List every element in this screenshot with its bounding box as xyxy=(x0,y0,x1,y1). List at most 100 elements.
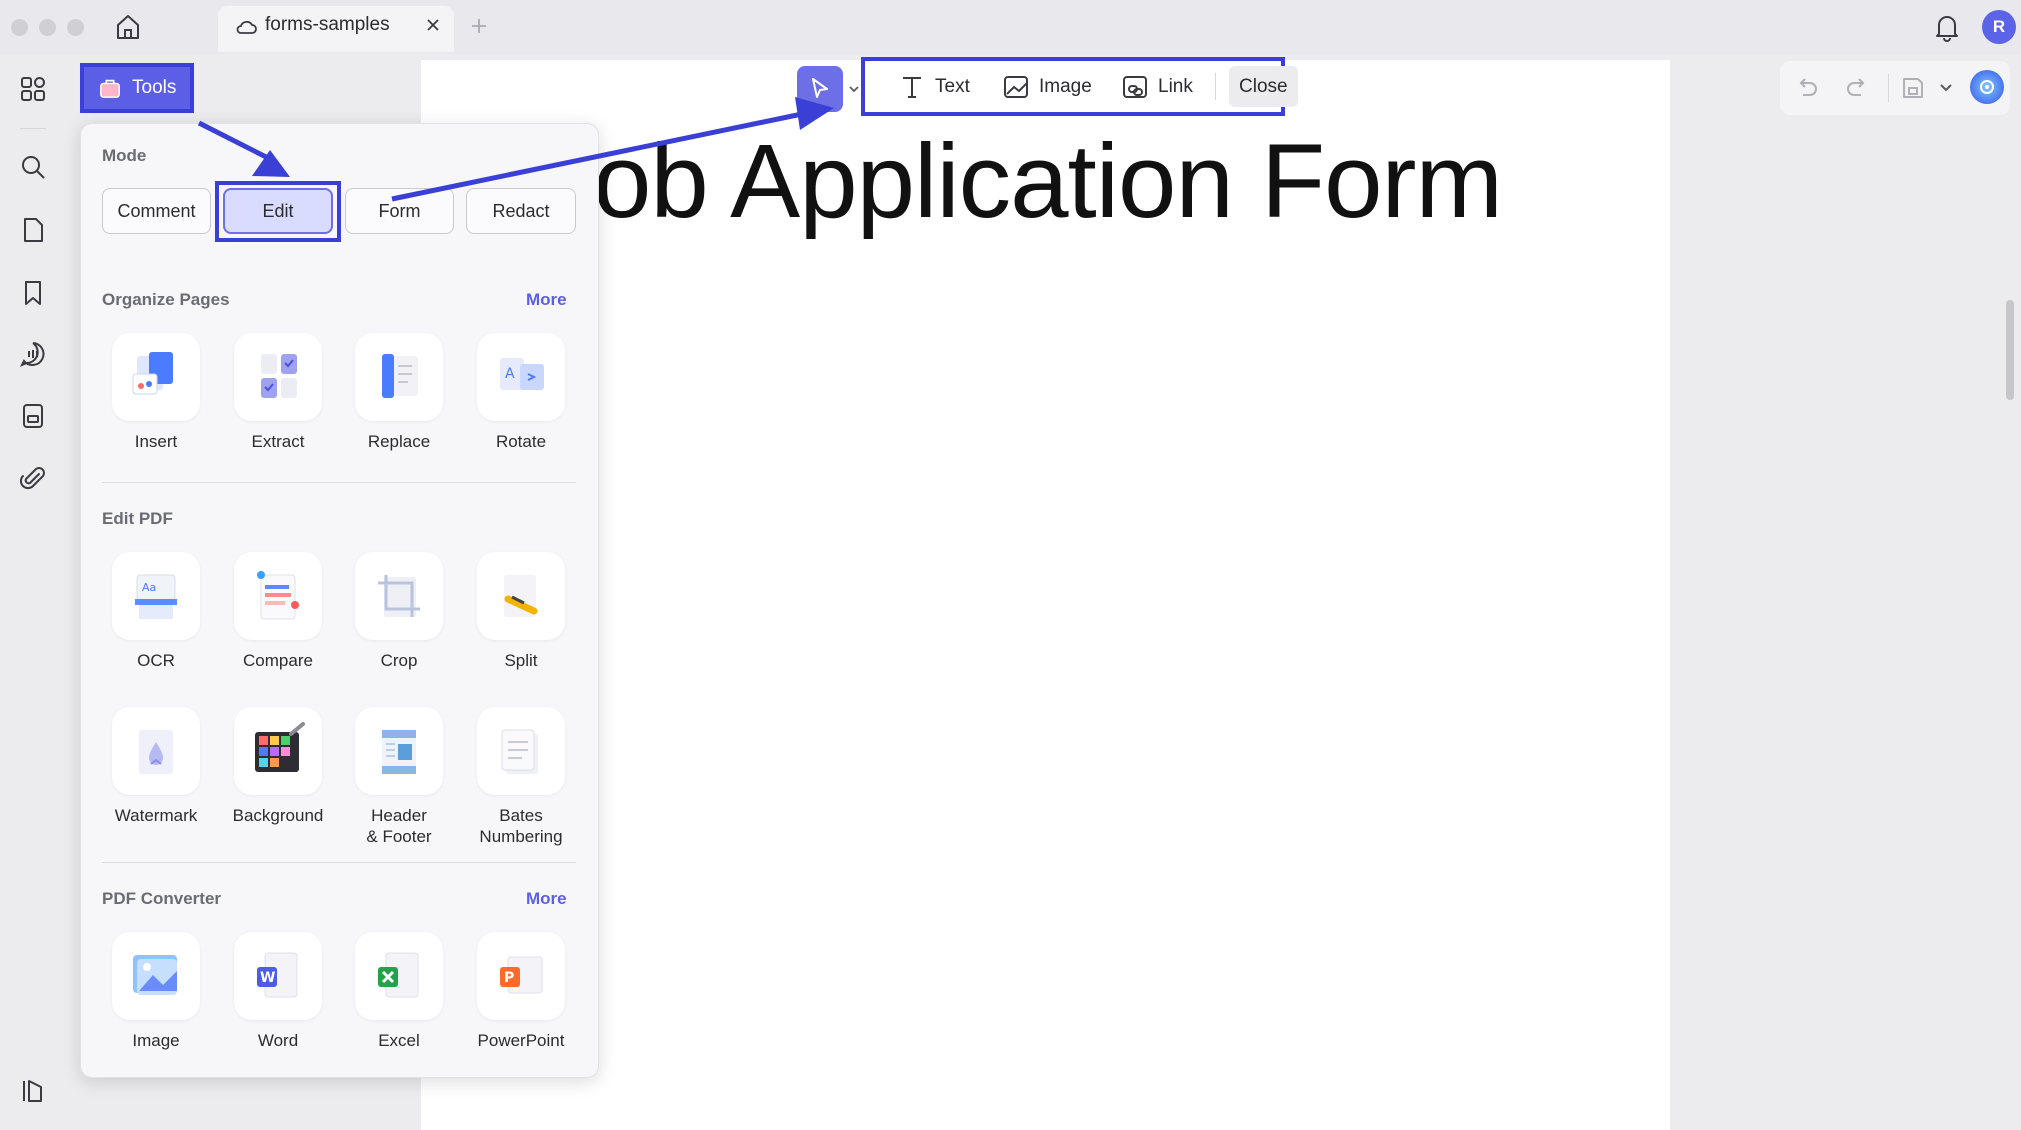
chevron-down-icon[interactable] xyxy=(1938,80,1954,96)
excel-icon xyxy=(355,932,443,1020)
watermark-tool[interactable]: Watermark xyxy=(96,707,216,826)
user-avatar[interactable]: R xyxy=(1982,10,2016,44)
window-minimize-button[interactable] xyxy=(39,19,56,36)
insert-icon xyxy=(112,333,200,421)
organize-pages-title: Organize Pages xyxy=(102,290,230,309)
ocr-icon: Aa xyxy=(112,552,200,640)
comments-icon[interactable] xyxy=(18,339,48,369)
organize-pages-more-link[interactable]: More xyxy=(526,290,567,310)
convert-image-label: Image xyxy=(132,1031,180,1050)
add-link-label: Link xyxy=(1158,75,1193,97)
edit-toolbar: Text Image Link Close xyxy=(861,57,1298,116)
document-title[interactable]: ob Application Form xyxy=(593,122,1503,242)
compare-label: Compare xyxy=(243,651,313,670)
pdf-converter-title: PDF Converter xyxy=(102,889,222,908)
edit-highlight-annotation xyxy=(215,181,341,242)
rotate-label: Rotate xyxy=(495,432,547,451)
bell-icon[interactable] xyxy=(1933,12,1961,42)
background-tool[interactable]: Background xyxy=(218,707,338,826)
svg-text:W: W xyxy=(260,970,275,986)
window-zoom-button[interactable] xyxy=(67,19,84,36)
undo-icon[interactable] xyxy=(1794,75,1820,101)
tab-title: forms-samples xyxy=(265,14,390,35)
add-image-label: Image xyxy=(1039,75,1092,97)
bates-numbering-icon xyxy=(477,707,565,795)
crop-tool[interactable]: Crop xyxy=(339,552,459,671)
pdf-converter-more-link[interactable]: More xyxy=(526,889,567,909)
crop-label: Crop xyxy=(380,651,418,670)
mode-form-button[interactable]: Form xyxy=(345,188,454,234)
window-close-button[interactable] xyxy=(11,19,28,36)
save-icon[interactable] xyxy=(1900,75,1926,101)
svg-text:A: A xyxy=(505,366,515,382)
compare-tool[interactable]: Compare xyxy=(218,552,338,671)
edit-pdf-title: Edit PDF xyxy=(102,509,173,528)
bates-numbering-tool[interactable]: Bates Numbering xyxy=(461,707,581,847)
extract-tool[interactable]: Extract xyxy=(218,333,338,452)
add-text-label: Text xyxy=(935,75,970,97)
header-footer-icon xyxy=(355,707,443,795)
crop-icon xyxy=(355,552,443,640)
background-icon xyxy=(234,707,322,795)
add-link-button[interactable]: Link xyxy=(1121,61,1193,112)
form-fields-icon[interactable] xyxy=(18,401,48,431)
replace-icon xyxy=(355,333,443,421)
powerpoint-icon: P xyxy=(477,932,565,1020)
rotate-tool[interactable]: A Rotate xyxy=(461,333,581,452)
mode-comment-button[interactable]: Comment xyxy=(102,188,211,234)
ocr-tool[interactable]: Aa OCR xyxy=(96,552,216,671)
rail-divider xyxy=(20,128,46,129)
insert-tool[interactable]: Insert xyxy=(96,333,216,452)
cloud-icon xyxy=(235,16,257,38)
redo-icon[interactable] xyxy=(1844,75,1870,101)
watermark-label: Watermark xyxy=(114,806,198,825)
close-edit-button[interactable]: Close xyxy=(1229,66,1298,107)
mode-redact-button[interactable]: Redact xyxy=(466,188,576,234)
vertical-scrollbar[interactable] xyxy=(2006,300,2014,400)
pages-icon[interactable] xyxy=(18,215,48,245)
word-icon: W xyxy=(234,932,322,1020)
edit-toolbar-separator xyxy=(1215,73,1216,100)
convert-powerpoint-label: PowerPoint xyxy=(477,1031,565,1050)
section-divider xyxy=(102,482,576,483)
rotate-icon: A xyxy=(477,333,565,421)
convert-excel-tool[interactable]: Excel xyxy=(339,932,459,1051)
convert-powerpoint-tool[interactable]: P PowerPoint xyxy=(461,932,581,1051)
split-icon xyxy=(477,552,565,640)
tab-close-icon[interactable] xyxy=(424,16,442,34)
apps-grid-icon[interactable] xyxy=(18,74,48,104)
new-tab-icon[interactable] xyxy=(469,16,489,36)
extract-icon xyxy=(234,333,322,421)
tools-button-label: Tools xyxy=(132,77,177,98)
select-tool-chevron-icon[interactable] xyxy=(847,82,861,96)
mode-section-title: Mode xyxy=(102,146,147,165)
compare-icon xyxy=(234,552,322,640)
header-footer-label: Header & Footer xyxy=(366,806,432,846)
select-tool-button[interactable] xyxy=(797,66,843,112)
convert-word-tool[interactable]: W Word xyxy=(218,932,338,1051)
search-icon[interactable] xyxy=(18,152,48,182)
extract-label: Extract xyxy=(251,432,305,451)
section-divider xyxy=(102,862,576,863)
add-image-button[interactable]: Image xyxy=(1002,61,1092,112)
split-label: Split xyxy=(504,651,538,670)
watermark-icon xyxy=(112,707,200,795)
ocr-label: OCR xyxy=(137,651,175,670)
ai-assistant-icon[interactable] xyxy=(1970,70,2004,104)
toolbox-icon xyxy=(100,79,120,98)
home-icon[interactable] xyxy=(113,12,143,42)
bookmark-icon[interactable] xyxy=(18,278,48,308)
sidebar-toggle-icon[interactable] xyxy=(18,1076,48,1106)
convert-image-tool[interactable]: Image xyxy=(96,932,216,1051)
add-text-button[interactable]: Text xyxy=(898,61,970,112)
svg-text:Aa: Aa xyxy=(142,581,156,594)
toolbar-separator xyxy=(1888,74,1889,102)
tools-button[interactable]: Tools xyxy=(80,63,194,113)
replace-tool[interactable]: Replace xyxy=(339,333,459,452)
background-label: Background xyxy=(232,806,324,825)
attachment-icon[interactable] xyxy=(18,463,48,493)
image-file-icon xyxy=(112,932,200,1020)
cursor-icon xyxy=(812,78,828,98)
split-tool[interactable]: Split xyxy=(461,552,581,671)
header-footer-tool[interactable]: Header & Footer xyxy=(339,707,459,847)
